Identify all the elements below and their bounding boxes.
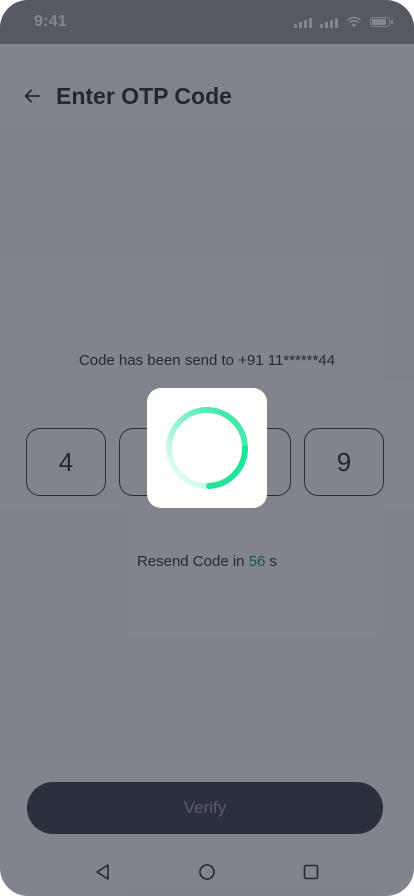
resend-timer: Resend Code in 56 s bbox=[0, 553, 414, 570]
wifi-icon bbox=[346, 16, 362, 28]
resend-prefix: Resend Code in bbox=[136, 553, 249, 570]
back-button[interactable] bbox=[20, 84, 44, 108]
resend-suffix: s bbox=[265, 553, 278, 570]
cellular-signal-icon-2 bbox=[320, 16, 338, 28]
resend-countdown: 56 bbox=[248, 553, 266, 570]
arrow-left-icon bbox=[24, 89, 40, 103]
nav-back-button[interactable] bbox=[91, 860, 115, 884]
header: Enter OTP Code bbox=[0, 76, 414, 116]
square-recent-icon bbox=[303, 864, 319, 880]
battery-icon bbox=[370, 17, 393, 27]
status-icons bbox=[294, 16, 393, 28]
phone-screen: 9:41 Enter OTP Code Code has been send t… bbox=[0, 0, 414, 896]
page-title: Enter OTP Code bbox=[56, 82, 232, 109]
system-nav-bar bbox=[0, 848, 414, 896]
spinner-icon bbox=[166, 407, 249, 490]
status-time: 9:41 bbox=[34, 13, 67, 30]
verify-button[interactable]: Verify bbox=[27, 782, 383, 834]
otp-info-text: Code has been send to +91 11******44 bbox=[78, 352, 336, 369]
otp-digit-4[interactable]: 9 bbox=[303, 428, 384, 496]
triangle-back-icon bbox=[96, 864, 109, 880]
otp-digit-1[interactable]: 4 bbox=[26, 428, 106, 496]
nav-recent-button[interactable] bbox=[299, 860, 323, 884]
nav-home-button[interactable] bbox=[195, 860, 219, 884]
status-bar: 9:41 bbox=[0, 0, 414, 44]
cellular-signal-icon bbox=[294, 16, 312, 28]
loading-dialog bbox=[147, 388, 267, 508]
circle-home-icon bbox=[199, 864, 215, 880]
